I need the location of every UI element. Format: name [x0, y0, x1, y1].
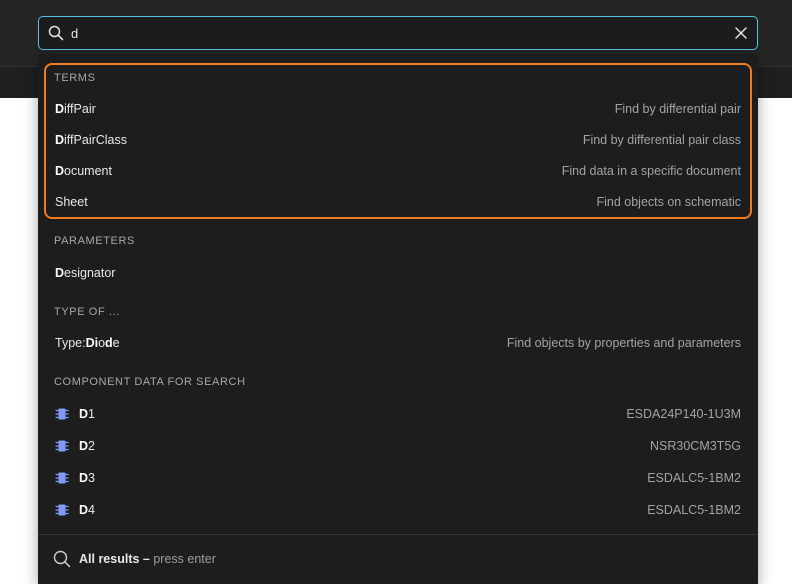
- term-title: Sheet: [55, 195, 88, 209]
- chip-icon: [55, 504, 69, 516]
- section-header-terms: TERMS: [54, 72, 96, 84]
- component-title: D4: [79, 503, 95, 517]
- component-part-number: ESDALC5-1BM2: [647, 503, 741, 517]
- search-input[interactable]: [69, 23, 711, 43]
- term-row-diffpair[interactable]: DiffPair Find by differential pair: [38, 94, 758, 124]
- section-header-parameters: PARAMETERS: [54, 235, 135, 247]
- term-description: Find data in a specific document: [561, 164, 741, 178]
- component-row-d1[interactable]: D1 ESDA24P140-1U3M: [38, 399, 758, 429]
- type-title: Type:Diode: [55, 336, 120, 350]
- search-icon: [48, 25, 64, 41]
- all-results-footer[interactable]: All results – press enter: [38, 534, 758, 584]
- chip-icon: [55, 472, 69, 484]
- parameter-row-designator[interactable]: Designator: [38, 258, 758, 288]
- component-title: D3: [79, 471, 95, 485]
- term-description: Find by differential pair: [614, 102, 741, 116]
- component-row-d2[interactable]: D2 NSR30CM3T5G: [38, 431, 758, 461]
- term-row-document[interactable]: Document Find data in a specific documen…: [38, 156, 758, 186]
- component-part-number: ESDA24P140-1U3M: [626, 407, 741, 421]
- close-icon[interactable]: [734, 26, 748, 40]
- component-part-number: NSR30CM3T5G: [650, 439, 741, 453]
- term-description: Find by differential pair class: [582, 133, 741, 147]
- all-results-text: All results – press enter: [79, 552, 216, 566]
- term-row-diffpairclass[interactable]: DiffPairClass Find by differential pair …: [38, 125, 758, 155]
- search-box[interactable]: [38, 16, 758, 50]
- term-title: DiffPairClass: [55, 133, 128, 147]
- parameter-title: Designator: [55, 266, 116, 280]
- term-row-sheet[interactable]: Sheet Find objects on schematic: [38, 187, 758, 217]
- component-title: D1: [79, 407, 95, 421]
- chip-icon: [55, 440, 69, 452]
- chip-icon: [55, 408, 69, 420]
- term-description: Find objects on schematic: [596, 195, 741, 209]
- term-title: DiffPair: [55, 102, 96, 116]
- search-suggestions-dropdown: TERMS DiffPair Find by differential pair…: [38, 54, 758, 584]
- term-title: Document: [55, 164, 112, 178]
- type-description: Find objects by properties and parameter…: [506, 336, 741, 350]
- component-row-d4[interactable]: D4 ESDALC5-1BM2: [38, 495, 758, 525]
- section-header-component-data: COMPONENT DATA FOR SEARCH: [54, 376, 246, 388]
- section-header-type-of: TYPE OF ...: [54, 306, 120, 318]
- component-row-d3[interactable]: D3 ESDALC5-1BM2: [38, 463, 758, 493]
- search-icon: [53, 550, 71, 568]
- component-title: D2: [79, 439, 95, 453]
- component-part-number: ESDALC5-1BM2: [647, 471, 741, 485]
- type-row-diode[interactable]: Type:Diode Find objects by properties an…: [38, 328, 758, 358]
